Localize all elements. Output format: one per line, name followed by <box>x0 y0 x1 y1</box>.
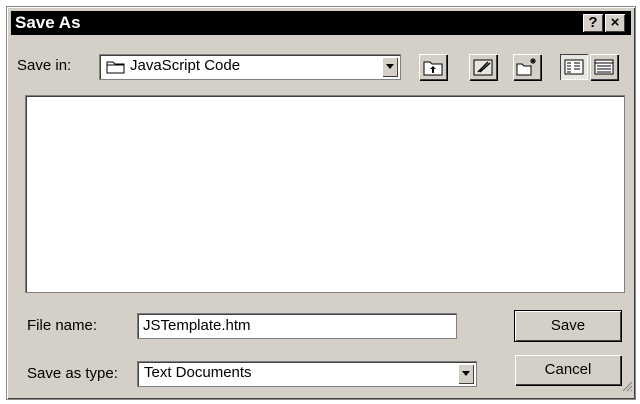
file-name-value: JSTemplate.htm <box>143 317 251 334</box>
save-in-dropdown[interactable]: JavaScript Code <box>99 54 401 80</box>
file-name-label: File name: <box>27 317 98 334</box>
help-button[interactable]: ? <box>583 14 603 32</box>
chevron-down-icon <box>386 64 394 69</box>
new-folder-button[interactable] <box>513 54 541 80</box>
title-bar: Save As ? × <box>11 11 631 35</box>
list-view-icon <box>564 59 584 75</box>
cancel-button[interactable]: Cancel <box>515 355 621 385</box>
folder-icon <box>106 59 126 80</box>
desktop-icon <box>473 59 493 76</box>
save-in-label: Save in: <box>17 57 72 74</box>
save-as-type-value: Text Documents <box>144 364 252 381</box>
save-in-value: JavaScript Code <box>130 57 241 74</box>
new-folder-icon <box>516 58 536 76</box>
file-name-field[interactable]: JSTemplate.htm <box>137 313 457 339</box>
save-as-type-dropdown[interactable]: Text Documents <box>137 361 477 387</box>
details-view-icon <box>594 59 614 75</box>
resize-grip-icon[interactable] <box>621 379 633 397</box>
up-one-level-button[interactable] <box>419 54 447 80</box>
save-as-dialog: Save As ? × Save in: JavaScript Code Fil… <box>6 6 636 400</box>
list-view-button[interactable] <box>560 54 588 80</box>
chevron-down-icon <box>462 371 470 376</box>
save-button[interactable]: Save <box>514 310 622 342</box>
file-list[interactable] <box>25 95 625 293</box>
dialog-title: Save As <box>15 13 81 32</box>
close-button[interactable]: × <box>605 14 625 32</box>
desktop-button[interactable] <box>469 54 497 80</box>
up-one-level-icon <box>423 61 443 76</box>
save-as-type-label: Save as type: <box>27 365 118 382</box>
details-view-button[interactable] <box>590 54 618 80</box>
save-in-dropdown-button[interactable] <box>382 57 398 77</box>
save-as-type-dropdown-button[interactable] <box>458 364 474 384</box>
